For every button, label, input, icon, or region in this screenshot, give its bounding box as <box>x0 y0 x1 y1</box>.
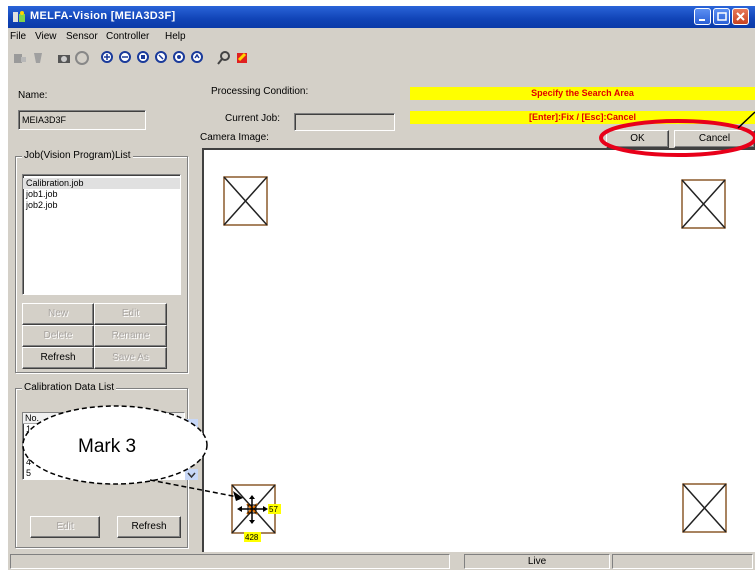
camera-image: 57 428 <box>223 176 727 542</box>
job-listbox[interactable]: Calibration.job job1.job job2.job <box>22 174 181 295</box>
calibration-refresh-button[interactable]: Refresh <box>117 516 181 538</box>
processing-condition-label: Processing Condition: <box>211 86 309 97</box>
calibration-edit-button[interactable]: Edit <box>30 516 100 538</box>
zoom-area-icon[interactable] <box>154 50 170 66</box>
minimize-button[interactable] <box>694 8 711 25</box>
key-hint-message: [Enter]:Fix / [Esc]:Cancel <box>410 111 755 124</box>
menu-help[interactable]: Help <box>165 31 186 42</box>
zoom-full-icon[interactable] <box>172 50 188 66</box>
disconnect-icon[interactable] <box>30 50 46 66</box>
camera-icon[interactable] <box>56 50 72 66</box>
table-row[interactable]: 5 <box>23 468 184 479</box>
mark-2 <box>681 179 726 229</box>
mark-x-value: 57 <box>269 505 278 514</box>
status-cell-main <box>10 554 450 569</box>
find-icon[interactable] <box>216 50 232 66</box>
mark-y-value: 428 <box>245 533 259 542</box>
new-button[interactable]: New <box>22 303 94 325</box>
melfa-vision-window: MELFA-Vision [MEIA3D3F] File View Sensor… <box>8 6 755 570</box>
callout-text: Mark 3 <box>78 436 137 457</box>
current-job-label: Current Job: <box>225 113 281 124</box>
menu-file[interactable]: File <box>10 31 26 42</box>
menu-sensor[interactable]: Sensor <box>66 31 98 42</box>
restore-button[interactable] <box>713 8 730 25</box>
current-job-field <box>294 113 395 131</box>
window-title: MELFA-Vision [MEIA3D3F] <box>30 10 176 22</box>
mark-1 <box>223 176 268 226</box>
list-item[interactable]: job2.job <box>23 200 180 211</box>
close-icon <box>736 12 745 21</box>
job-list-title: Job(Vision Program)List <box>22 150 133 161</box>
app-icon <box>13 11 25 22</box>
camera-image-label: Camera Image: <box>200 132 269 143</box>
menu-controller[interactable]: Controller <box>106 31 149 42</box>
list-item[interactable]: Calibration.job <box>23 178 180 189</box>
status-cell-extra <box>612 554 753 569</box>
zoom-reset-icon[interactable] <box>190 50 206 66</box>
list-item[interactable]: job1.job <box>23 189 180 200</box>
capture-icon[interactable] <box>74 50 90 66</box>
toolbar <box>8 46 755 74</box>
menu-view[interactable]: View <box>35 31 57 42</box>
connect-icon[interactable] <box>12 50 28 66</box>
name-field: MEIA3D3F <box>18 110 146 130</box>
table-row[interactable]: 4 <box>23 457 184 468</box>
status-bar: Live <box>8 552 755 570</box>
calibration-title: Calibration Data List <box>22 382 117 393</box>
table-row[interactable]: 1 <box>23 424 184 435</box>
instruction-message: Specify the Search Area <box>410 87 755 100</box>
rename-button[interactable]: Rename <box>94 325 167 347</box>
zoom-in-icon[interactable] <box>100 50 116 66</box>
edit-button[interactable]: Edit <box>94 303 167 325</box>
minimize-icon <box>699 19 705 21</box>
ok-button[interactable]: OK <box>606 130 669 148</box>
refresh-button[interactable]: Refresh <box>22 347 94 369</box>
title-bar: MELFA-Vision [MEIA3D3F] <box>8 6 755 28</box>
restore-icon <box>717 12 727 21</box>
save-as-button[interactable]: Save As <box>94 347 167 369</box>
dropdown-arrow-icon[interactable] <box>185 469 198 480</box>
zoom-out-icon[interactable] <box>118 50 134 66</box>
menu-bar: File View Sensor Controller Help <box>8 28 755 46</box>
zoom-fit-icon[interactable] <box>136 50 152 66</box>
cancel-button[interactable]: Cancel <box>674 130 755 148</box>
camera-image-canvas[interactable]: 57 428 <box>202 148 755 553</box>
calibration-header: No. <box>23 413 184 424</box>
close-button[interactable] <box>732 8 749 25</box>
delete-button[interactable]: Delete <box>22 325 94 347</box>
header-highlight <box>185 419 198 431</box>
mark-4 <box>682 483 727 533</box>
name-label: Name: <box>18 90 48 101</box>
run-icon[interactable] <box>234 50 250 66</box>
status-mode: Live <box>464 554 610 569</box>
